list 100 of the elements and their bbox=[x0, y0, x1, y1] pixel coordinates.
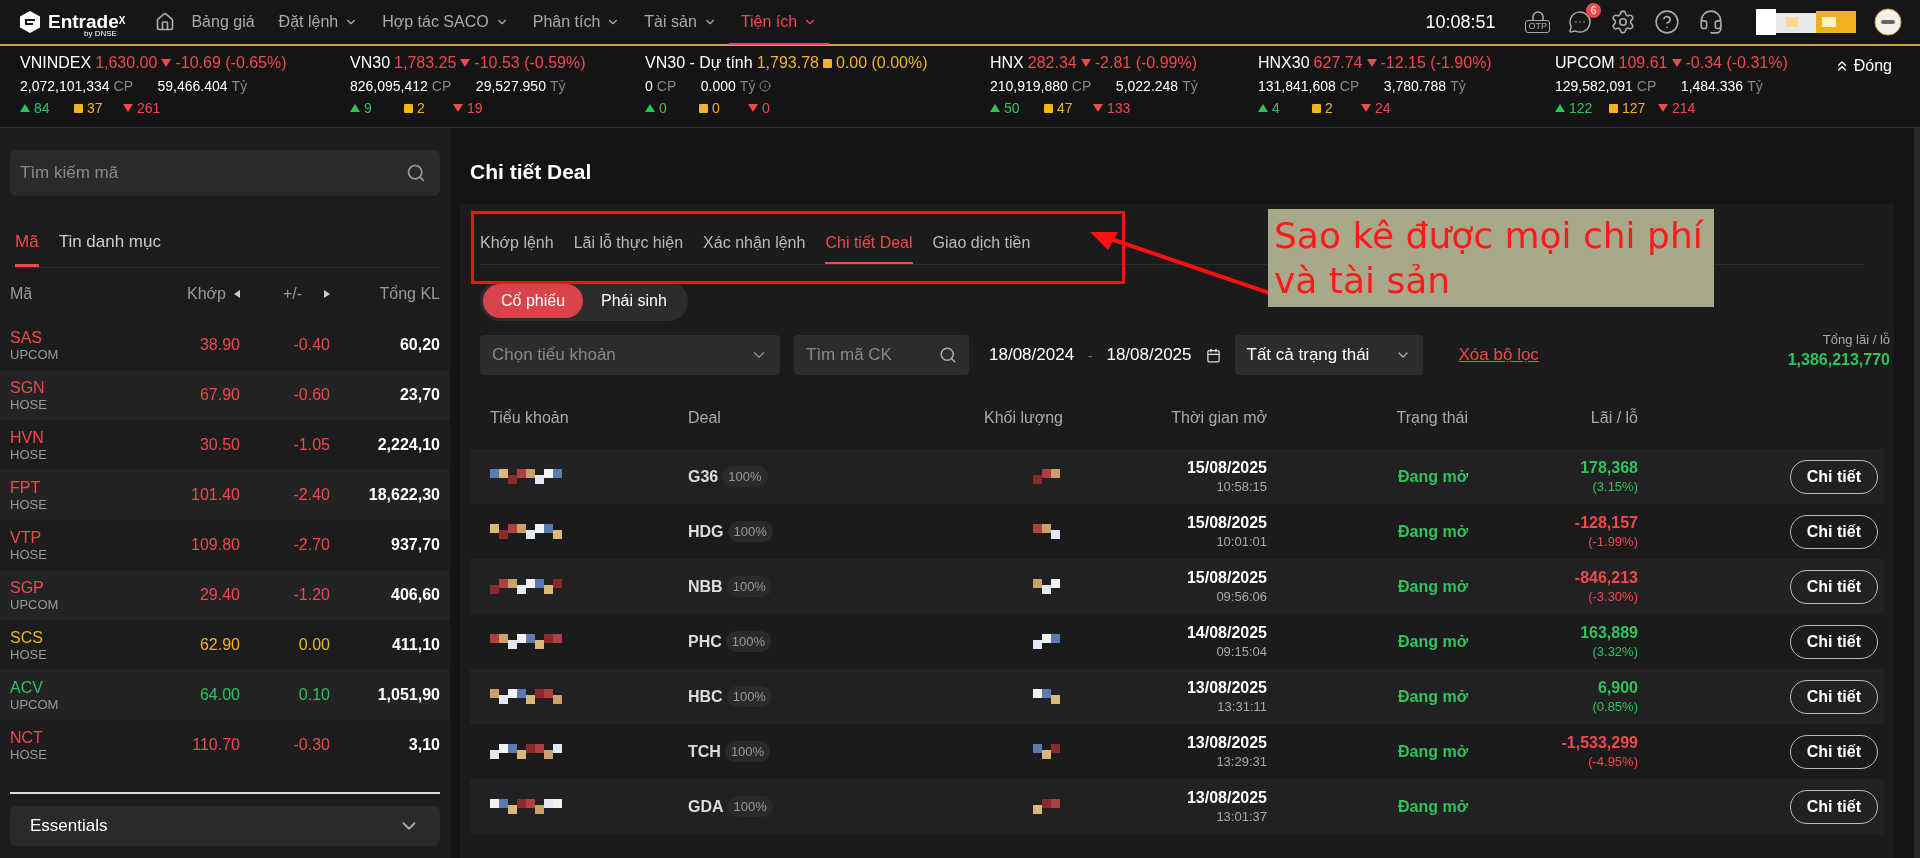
price-cell-text: 110.70 bbox=[191, 736, 240, 754]
declining-count: 19 bbox=[467, 100, 483, 116]
report-tab[interactable]: Chi tiết Deal bbox=[825, 222, 913, 264]
status-text: Đang mở bbox=[1396, 742, 1468, 761]
stock-symbol[interactable]: SGP bbox=[10, 578, 150, 597]
stock-symbol[interactable]: SCS bbox=[10, 628, 150, 647]
stock-symbol[interactable]: FPT bbox=[10, 478, 150, 497]
total-label: Tổng lãi / lỗ bbox=[1822, 331, 1890, 347]
stock-symbol[interactable]: VTP bbox=[10, 528, 150, 547]
sidebar-tab[interactable]: Tin danh mục bbox=[58, 232, 161, 267]
open-date: 13/08/2025 bbox=[1186, 789, 1267, 807]
logo-text: Entrade bbox=[48, 11, 119, 32]
declining-count: 133 bbox=[1107, 100, 1131, 116]
support-headset-icon[interactable] bbox=[1698, 9, 1724, 35]
info-icon[interactable] bbox=[759, 80, 772, 92]
unit-label: Tỷ bbox=[1182, 78, 1198, 94]
price-cell-text: 109.80 bbox=[190, 536, 240, 554]
up-triangle-icon bbox=[645, 104, 655, 112]
sidebar-tab[interactable]: Mã bbox=[15, 232, 39, 267]
volume-cell-text: 1,051,90 bbox=[376, 686, 440, 704]
pnl-percent: (0.85%) bbox=[1592, 699, 1638, 714]
deal-symbol: NBB bbox=[688, 577, 723, 596]
nav-menu-item[interactable]: Phân tích bbox=[520, 1, 633, 45]
declining-count: 24 bbox=[1375, 100, 1391, 116]
right-arrow-icon[interactable] bbox=[324, 290, 330, 298]
status-text: Đang mở bbox=[1396, 687, 1468, 706]
declining-count: 0 bbox=[762, 100, 770, 116]
nav-menu-item[interactable]: Đặt lệnh bbox=[266, 1, 371, 45]
open-time: 09:15:04 bbox=[1216, 644, 1267, 659]
index-value: 282.34 bbox=[1027, 54, 1077, 72]
deal-symbol: GDA bbox=[688, 797, 724, 816]
nav-menu-item[interactable]: Tài sản bbox=[632, 1, 729, 45]
price-cell-text: 64.00 bbox=[198, 686, 240, 704]
volume-value: 131,841,608 bbox=[1258, 78, 1336, 94]
report-tab[interactable]: Khớp lệnh bbox=[480, 222, 554, 264]
advancing-count: 4 bbox=[1272, 100, 1280, 116]
open-time: 10:58:15 bbox=[1216, 479, 1267, 494]
collapse-button[interactable]: Đóng bbox=[1827, 56, 1898, 76]
pixelated-volume-drawing bbox=[1033, 524, 1063, 539]
index-name: VNINDEX bbox=[20, 54, 92, 72]
index-value: 1,783.25 bbox=[394, 54, 457, 72]
chat-icon[interactable] bbox=[1568, 10, 1592, 34]
unit-label: Tỷ bbox=[739, 78, 756, 94]
nav-menu-item[interactable]: Bảng giá bbox=[179, 1, 267, 45]
otp-button[interactable]: OTP bbox=[1525, 20, 1550, 33]
search-field[interactable]: Tìm kiếm mã bbox=[10, 150, 440, 196]
volume-value: 0 bbox=[645, 78, 653, 94]
pixelated-volume-drawing bbox=[1033, 579, 1063, 594]
price-cell-text: 62.90 bbox=[198, 636, 240, 654]
status-text: Đang mở bbox=[1396, 632, 1468, 651]
pnl-value: -846,213 bbox=[1574, 569, 1638, 587]
avatar-icon[interactable] bbox=[1874, 8, 1902, 36]
lock-icon[interactable] bbox=[1530, 11, 1545, 20]
report-tab[interactable]: Xác nhận lệnh bbox=[703, 222, 806, 264]
stock-symbol[interactable]: SGN bbox=[10, 378, 150, 397]
clear-filter-link[interactable]: Xóa bộ lọc bbox=[1458, 345, 1539, 365]
help-icon[interactable] bbox=[1654, 9, 1680, 35]
account-select[interactable]: Chọn tiểu khoản bbox=[480, 335, 780, 375]
search-icon[interactable] bbox=[406, 163, 426, 183]
index-change: -10.69 (-0.65%) bbox=[175, 54, 287, 72]
calendar-icon[interactable] bbox=[1205, 347, 1221, 363]
turnover-value: 0.000 bbox=[700, 78, 736, 94]
nav-menu-item[interactable]: Hợp tác SACO bbox=[370, 1, 521, 45]
ratio-tag: 100% bbox=[727, 521, 773, 542]
deal-symbol: TCH bbox=[688, 742, 721, 761]
symbol-search-field[interactable]: Tìm mã CK bbox=[794, 335, 969, 375]
change-cell-text: -1.20 bbox=[292, 586, 330, 604]
pixelated-volume-drawing bbox=[1033, 799, 1063, 814]
report-tab[interactable]: Giao dịch tiền bbox=[932, 222, 1031, 264]
stock-symbol[interactable]: ACV bbox=[10, 678, 150, 697]
volume-value: 2,072,101,334 bbox=[20, 78, 110, 94]
price-cell-text: 38.90 bbox=[198, 336, 240, 354]
stock-symbol[interactable]: SAS bbox=[10, 328, 150, 347]
turnover-value: 3,780.788 bbox=[1383, 78, 1447, 94]
essentials-dropdown[interactable]: Essentials bbox=[10, 806, 440, 846]
start-date[interactable]: 18/08/2024 bbox=[989, 345, 1075, 365]
unchanged-count: 0 bbox=[712, 100, 720, 116]
index-name: VN30 - Dự tính bbox=[645, 54, 753, 72]
change-cell-text: -2.40 bbox=[292, 486, 330, 504]
column-header: Mã bbox=[10, 285, 34, 303]
square-icon bbox=[822, 58, 832, 68]
left-arrow-icon[interactable] bbox=[234, 290, 240, 298]
report-tab[interactable]: Lãi lỗ thực hiện bbox=[573, 222, 684, 264]
segment-option[interactable]: Phái sinh bbox=[583, 284, 685, 318]
pnl-value: 6,900 bbox=[1597, 679, 1638, 697]
advancing-count: 122 bbox=[1569, 100, 1593, 116]
status-select[interactable]: Tất cả trạng thái bbox=[1234, 335, 1423, 375]
stock-symbol[interactable]: HVN bbox=[10, 428, 150, 447]
segment-option[interactable]: Cổ phiếu bbox=[483, 284, 584, 318]
stock-symbol[interactable]: NCT bbox=[10, 728, 150, 747]
end-date[interactable]: 18/08/2025 bbox=[1106, 345, 1192, 365]
status-text: Đang mở bbox=[1396, 467, 1468, 486]
exchange-label: UPCOM bbox=[10, 596, 60, 612]
volume-cell-text: 23,70 bbox=[398, 386, 440, 404]
settings-icon[interactable] bbox=[1610, 9, 1636, 35]
square-icon bbox=[699, 103, 708, 113]
logo-mark: X bbox=[118, 15, 126, 26]
home-icon[interactable] bbox=[155, 12, 176, 32]
open-time: 13:01:37 bbox=[1216, 809, 1267, 824]
deal-symbol: HBC bbox=[688, 687, 723, 706]
